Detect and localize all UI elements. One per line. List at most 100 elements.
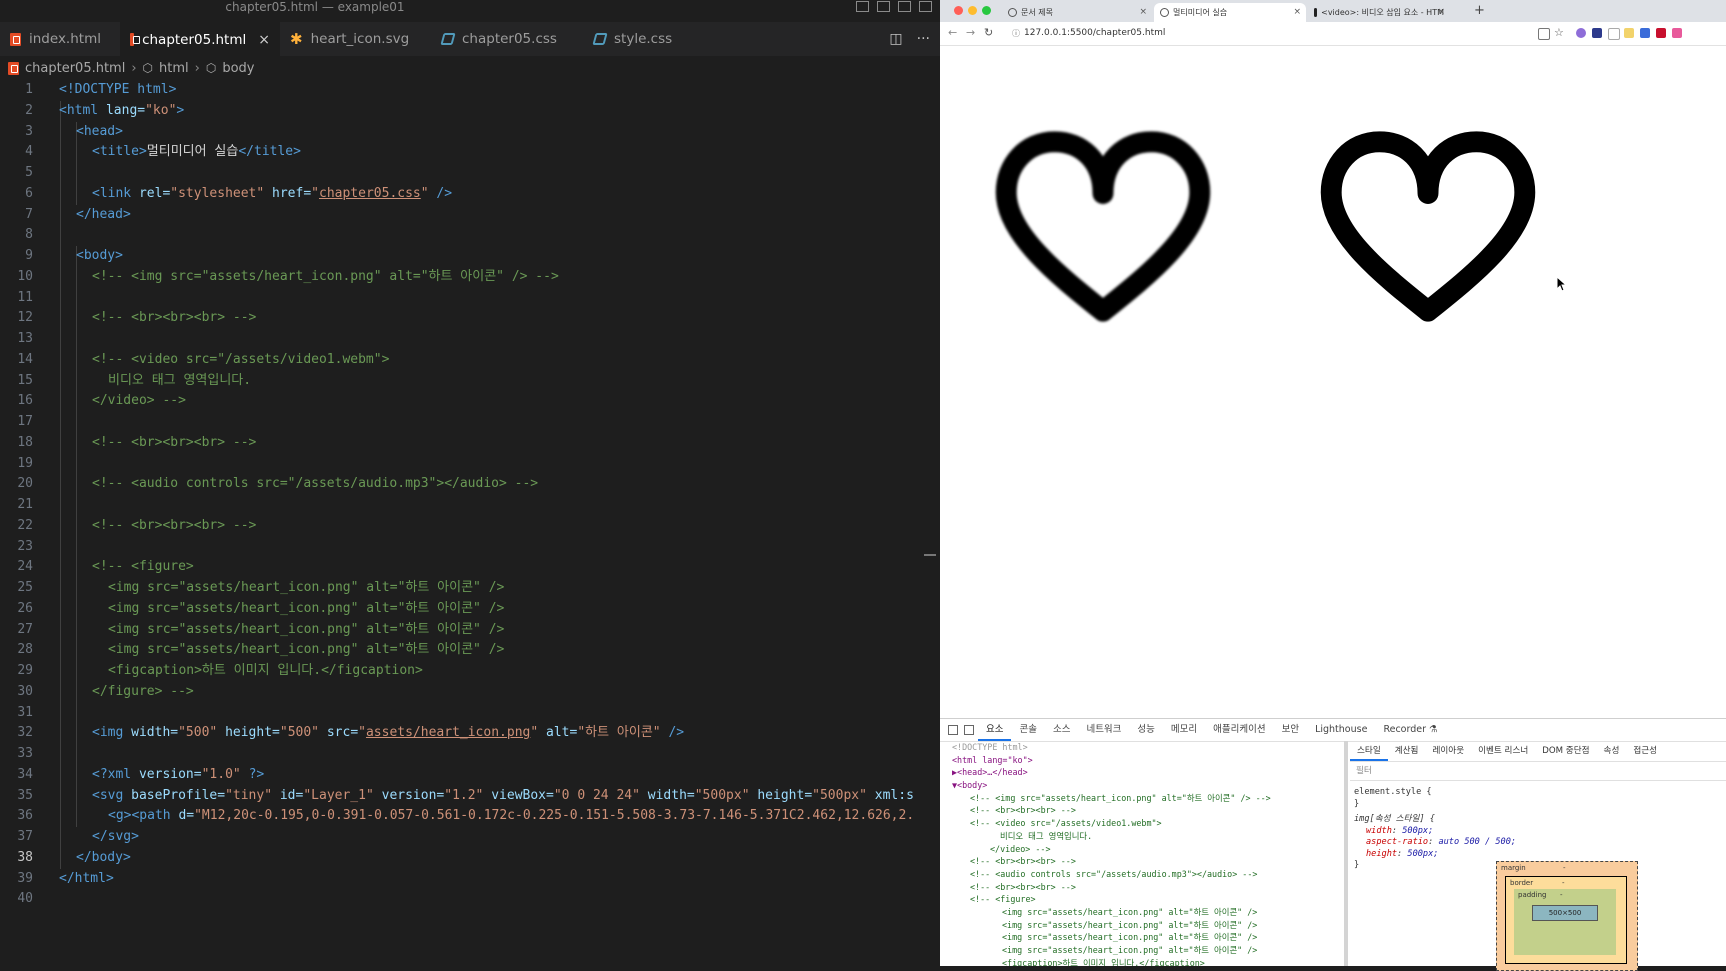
dom-node[interactable]: <!-- <img src="assets/heart_icon.png" al… (940, 792, 1338, 805)
dom-node[interactable]: </video> --> (940, 843, 1338, 856)
html-file-icon (8, 61, 19, 75)
dom-node[interactable]: <!-- <audio controls src="/assets/audio.… (940, 868, 1338, 881)
code-token: 멀티미디어 실습 (146, 144, 239, 160)
tab-computed[interactable]: 계산됨 (1388, 741, 1426, 761)
scrollbar-marker[interactable] (924, 554, 936, 556)
close-icon[interactable]: × (258, 32, 270, 48)
dom-node[interactable]: <img src="assets/heart_icon.png" alt="하트… (940, 944, 1338, 957)
toggle-panel-icon[interactable] (877, 1, 890, 12)
page-viewport (940, 46, 1726, 718)
dom-node[interactable]: ▶<head>…</head> (940, 766, 1338, 779)
dom-node[interactable]: 비디오 태그 영역입니다. (940, 830, 1338, 843)
dom-node[interactable]: <img src="assets/heart_icon.png" alt="하트… (940, 906, 1338, 919)
styles-filter-input[interactable]: 필터 (1350, 762, 1726, 781)
dom-node-text: 비디오 태그 영역입니다. (1000, 830, 1093, 841)
dom-tree[interactable]: <!DOCTYPE html> <html lang="ko"> ▶<head>… (940, 741, 1338, 966)
style-declaration[interactable]: aspect-ratio: auto 500 / 500; (1350, 837, 1726, 849)
dom-node[interactable]: <!-- <figure> (940, 893, 1338, 906)
dom-node[interactable]: <!-- <br><br><br> --> (940, 855, 1338, 868)
code-line: 31 (17, 704, 33, 720)
device-toolbar-icon[interactable] (964, 725, 974, 735)
tab-chapter05-css[interactable]: chapter05.css (432, 22, 582, 56)
toggle-sidebar-icon[interactable] (856, 1, 869, 12)
browser-tab[interactable]: <video>: 비디오 삽입 요소 - HTM × (1308, 3, 1450, 22)
inspect-element-icon[interactable] (948, 725, 958, 735)
devtools-tab-lighthouse[interactable]: Lighthouse (1307, 719, 1375, 741)
code-token: baseProfile= (131, 787, 226, 803)
style-declaration[interactable]: height: 500px; (1350, 849, 1726, 861)
devtools-tab-memory[interactable]: 메모리 (1163, 719, 1205, 741)
devtools-tab-security[interactable]: 보안 (1274, 719, 1307, 741)
tab-event-listeners[interactable]: 이벤트 리스너 (1471, 741, 1535, 761)
style-rule-close: } (1354, 798, 1360, 809)
reload-button[interactable]: ↻ (984, 26, 993, 39)
maximize-window-icon[interactable] (982, 6, 991, 15)
dom-node[interactable]: <!-- <br><br><br> --> (940, 881, 1338, 894)
code-link[interactable]: chapter05.css (319, 186, 421, 201)
code-area[interactable]: 1 <!DOCTYPE html> 2 <html lang="ko"> 3 <hea… (0, 80, 940, 910)
devtools-tab-sources[interactable]: 소스 (1045, 719, 1078, 741)
close-window-icon[interactable] (954, 6, 963, 15)
svg-file-icon: ✱ (290, 30, 303, 48)
customize-layout-icon[interactable] (919, 1, 932, 12)
close-icon[interactable]: × (1139, 3, 1147, 22)
devtools-tab-console[interactable]: 콘솔 (1011, 719, 1044, 741)
code-comment: <!-- <video src="/assets/video1.webm"> (92, 351, 390, 367)
share-icon[interactable] (1538, 28, 1550, 40)
devtools-tab-performance[interactable]: 성능 (1129, 719, 1162, 741)
extension-icon[interactable] (1624, 28, 1634, 38)
code-line: 19 (17, 455, 33, 471)
devtools-tab-elements[interactable]: 요소 (978, 719, 1012, 741)
tab-accessibility[interactable]: 접근성 (1626, 741, 1664, 761)
tab-layout[interactable]: 레이아웃 (1425, 741, 1471, 761)
extension-icon[interactable] (1656, 28, 1666, 38)
tab-dom-breakpoints[interactable]: DOM 중단점 (1535, 741, 1596, 761)
devtools-tab-network[interactable]: 네트워크 (1078, 719, 1129, 741)
back-button[interactable]: ← (948, 26, 957, 39)
code-link[interactable]: assets/heart_icon.png (366, 725, 530, 740)
breadcrumb-body[interactable]: body (222, 61, 254, 76)
tab-index-html[interactable]: index.html (0, 22, 120, 56)
more-actions-icon[interactable]: ··· (917, 31, 930, 47)
extension-icon[interactable] (1640, 28, 1650, 38)
dom-node[interactable]: <img src="assets/heart_icon.png" alt="하트… (940, 919, 1338, 932)
extension-icon[interactable] (1672, 28, 1682, 38)
extension-icon[interactable] (1576, 28, 1586, 38)
code-line: 10 <!-- <img src="assets/heart_icon.png" … (17, 268, 559, 284)
split-editor-icon[interactable]: ◫ (889, 31, 902, 47)
browser-tab[interactable]: 문서 제목 × (1002, 3, 1152, 22)
browser-tab-active[interactable]: 멀티미디어 실습 × (1154, 3, 1306, 22)
dom-node[interactable]: <!-- <video src="/assets/video1.webm"> (940, 817, 1338, 830)
bookmark-star-icon[interactable]: ☆ (1554, 26, 1564, 39)
dom-node[interactable]: <!DOCTYPE html> (940, 741, 1338, 754)
url-input[interactable]: ⓘ 127.0.0.1:5500/chapter05.html (1012, 25, 1492, 42)
dom-node[interactable]: <img src="assets/heart_icon.png" alt="하트… (940, 931, 1338, 944)
code-line: 25 <img src="assets/heart_icon.png" alt="… (17, 580, 505, 595)
toggle-secondary-sidebar-icon[interactable] (898, 1, 911, 12)
close-icon[interactable]: × (1437, 3, 1445, 22)
tab-styles[interactable]: 스타일 (1350, 741, 1388, 761)
code-token: "1.0" (201, 766, 249, 782)
box-model-padding-label: padding (1518, 891, 1547, 899)
tab-style-css[interactable]: style.css (584, 22, 704, 56)
new-tab-button[interactable]: + (1474, 3, 1485, 18)
style-declaration[interactable]: width: 500px; (1350, 826, 1726, 838)
browser-tab-label: 멀티미디어 실습 (1173, 8, 1228, 17)
tab-chapter05-html[interactable]: chapter05.html × (120, 22, 280, 56)
extension-icon[interactable] (1608, 28, 1620, 40)
dom-node[interactable]: <html lang="ko"> (940, 754, 1338, 767)
breadcrumb-html[interactable]: html (159, 61, 189, 76)
minimize-window-icon[interactable] (968, 6, 977, 15)
extension-icon[interactable] (1592, 28, 1602, 38)
dom-node[interactable]: ▼<body> (940, 779, 1338, 792)
panel-resizer[interactable] (1344, 741, 1348, 966)
close-icon[interactable]: × (1293, 3, 1301, 22)
dom-node[interactable]: <!-- <br><br><br> --> (940, 804, 1338, 817)
forward-button[interactable]: → (966, 26, 975, 39)
devtools-tab-application[interactable]: 애플리케이션 (1205, 719, 1273, 741)
breadcrumb-file[interactable]: chapter05.html (25, 61, 125, 76)
tab-heart-icon-svg[interactable]: ✱ heart_icon.svg (280, 22, 430, 56)
tab-properties[interactable]: 속성 (1597, 741, 1627, 761)
devtools-tab-recorder[interactable]: Recorder ⚗ (1375, 719, 1445, 741)
code-token: lang= (105, 102, 146, 118)
